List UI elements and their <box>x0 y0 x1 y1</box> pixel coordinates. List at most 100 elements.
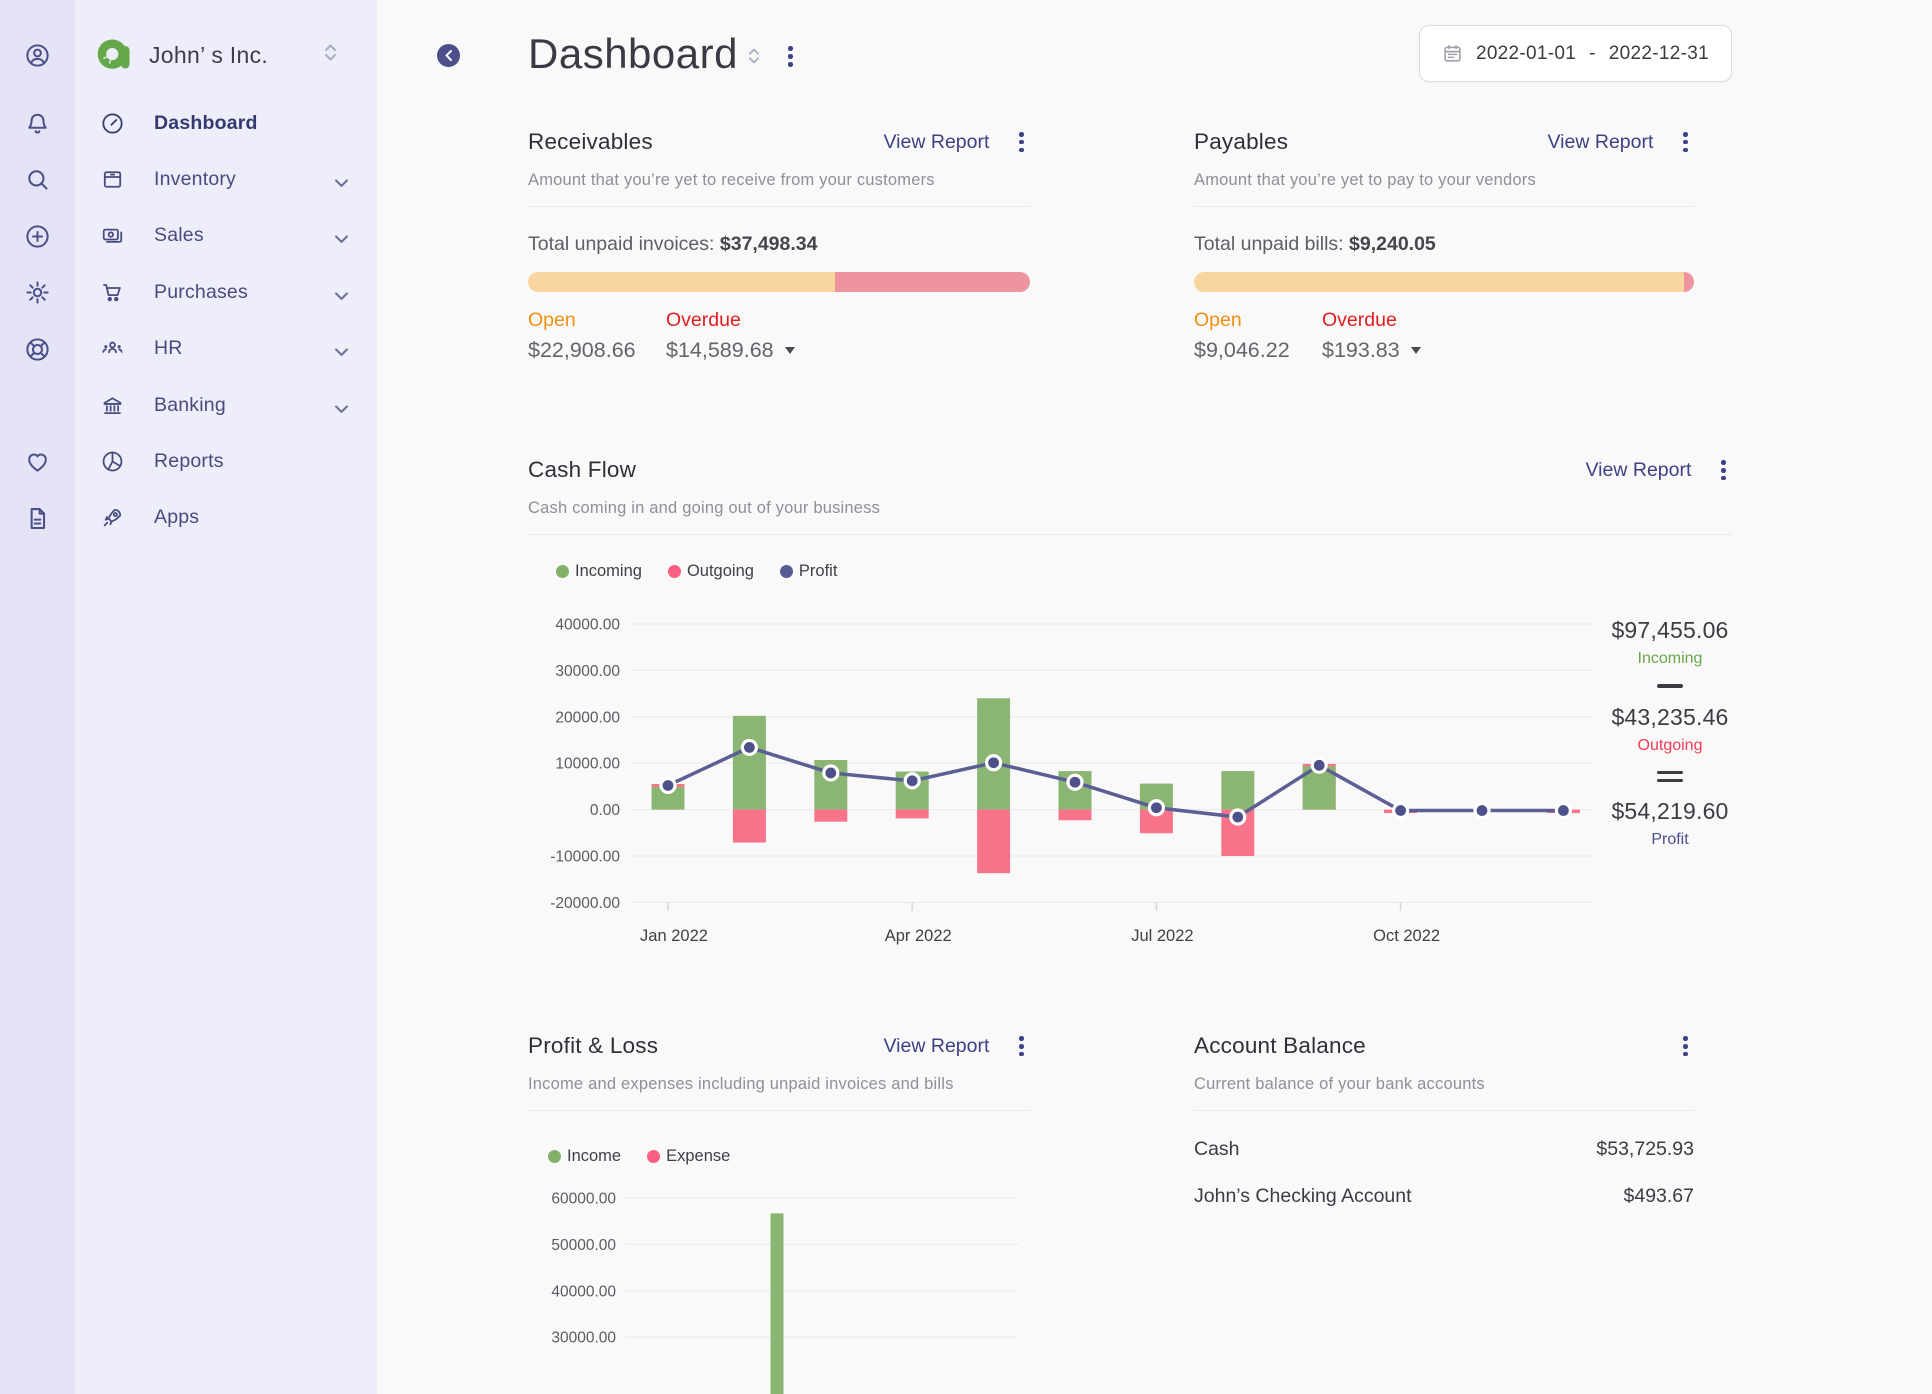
date-separator: - <box>1589 42 1596 64</box>
page-header: Dashboard 2022-01-01 - 2022-12-31 <box>528 25 1732 82</box>
receivables-total: Total unpaid invoices: $37,498.34 <box>528 233 818 256</box>
heart-icon[interactable] <box>24 448 51 475</box>
rocket-icon <box>100 505 125 530</box>
sidebar-item-inventory[interactable]: Inventory <box>75 151 377 207</box>
plus-circle-icon[interactable] <box>24 223 51 250</box>
chevron-down-icon <box>335 401 348 413</box>
payables-open: Open $9,046.22 <box>1194 309 1290 363</box>
cart-icon <box>100 280 125 305</box>
receivables-kebab[interactable] <box>1013 126 1030 158</box>
date-start: 2022-01-01 <box>1475 42 1577 64</box>
account-balance-card: Account Balance Current balance of your … <box>1194 1030 1694 1394</box>
company-switch-carets-icon[interactable] <box>324 44 337 66</box>
legend-outgoing[interactable]: Outgoing <box>667 562 754 581</box>
payables-overdue: Overdue $193.83 <box>1322 309 1460 363</box>
gear-icon[interactable] <box>24 279 51 306</box>
page-title: Dashboard <box>528 29 738 77</box>
legend-profit[interactable]: Profit <box>779 562 837 581</box>
cashflow-view-report-link[interactable]: View Report <box>1586 459 1692 482</box>
sidebar-item-sales[interactable]: Sales <box>75 208 377 264</box>
payables-kebab[interactable] <box>1677 126 1694 158</box>
receivables-open: Open $22,908.66 <box>528 309 636 363</box>
account-name: John’s Checking Account <box>1194 1185 1412 1208</box>
sidebar-item-purchases[interactable]: Purchases <box>75 264 377 320</box>
profit-loss-card: Profit & Loss View Report Income and exp… <box>528 1030 1030 1394</box>
legend-incoming[interactable]: Incoming <box>556 562 642 581</box>
date-range-picker[interactable]: 2022-01-01 - 2022-12-31 <box>1418 25 1732 82</box>
cashflow-kebab[interactable] <box>1715 454 1732 486</box>
outgoing-total: $43,235.46 <box>1611 703 1729 730</box>
profit-total: $54,219.60 <box>1611 798 1729 825</box>
svg-text:Jul 2022: Jul 2022 <box>1131 927 1193 945</box>
account-balance-subtitle: Current balance of your bank accounts <box>1194 1075 1694 1112</box>
minus-icon <box>1657 684 1683 688</box>
payables-view-report-link[interactable]: View Report <box>1548 131 1654 154</box>
search-icon[interactable] <box>24 166 51 193</box>
account-row: John’s Checking Account $493.67 <box>1194 1185 1694 1208</box>
receivables-view-report-link[interactable]: View Report <box>884 131 990 154</box>
account-row: Cash $53,725.93 <box>1194 1138 1694 1161</box>
chevron-down-icon <box>335 288 348 300</box>
overdue-dropdown-caret[interactable] <box>784 347 795 355</box>
sidebar: John’ s Inc. Dashboard Inventory Sales P… <box>75 0 460 1394</box>
overdue-progress-segment <box>834 272 1030 293</box>
profit-loss-legend: Income Expense <box>548 1147 1030 1166</box>
profit-dot-icon <box>779 565 793 579</box>
bank-icon <box>100 393 125 418</box>
dashboard-switch-carets-icon[interactable] <box>748 48 760 69</box>
dashboard-menu-kebab[interactable] <box>782 40 799 72</box>
svg-text:-20000.00: -20000.00 <box>550 895 620 912</box>
profit-loss-view-report-link[interactable]: View Report <box>884 1035 990 1058</box>
top-cards-row: Receivables View Report Amount that you’… <box>528 126 1732 363</box>
payables-title: Payables <box>1194 129 1289 155</box>
bottom-cards-row: Profit & Loss View Report Income and exp… <box>528 1030 1732 1394</box>
receivables-card: Receivables View Report Amount that you’… <box>528 126 1030 363</box>
main-content: Dashboard 2022-01-01 - 2022-12-31 Receiv… <box>377 0 1932 1394</box>
payables-total: Total unpaid bills: $9,240.05 <box>1194 233 1436 256</box>
svg-text:30000.00: 30000.00 <box>551 1330 616 1347</box>
company-switcher[interactable]: John’ s Inc. <box>97 33 363 77</box>
overdue-dropdown-caret[interactable] <box>1410 347 1421 355</box>
profit-loss-title: Profit & Loss <box>528 1033 659 1059</box>
receivables-subtitle: Amount that you’re yet to receive from y… <box>528 171 1030 208</box>
open-progress-segment <box>528 272 835 293</box>
svg-text:40000.00: 40000.00 <box>555 617 620 634</box>
cash-icon <box>100 223 125 248</box>
bell-icon[interactable] <box>24 110 51 137</box>
svg-text:Apr 2022: Apr 2022 <box>885 927 952 945</box>
calendar-icon <box>1442 43 1463 64</box>
sidebar-item-hr[interactable]: HR <box>75 321 377 377</box>
akaunting-logo-icon <box>97 37 133 73</box>
sidebar-item-reports[interactable]: Reports <box>75 433 377 489</box>
legend-expense[interactable]: Expense <box>647 1147 730 1166</box>
sidebar-collapse-button[interactable] <box>437 44 460 67</box>
user-circle-icon[interactable] <box>24 42 51 69</box>
sidebar-item-banking[interactable]: Banking <box>75 377 377 433</box>
account-name: Cash <box>1194 1138 1240 1161</box>
cashflow-title: Cash Flow <box>528 457 637 483</box>
svg-text:Oct 2022: Oct 2022 <box>1373 927 1440 945</box>
cashflow-card: Cash Flow View Report Cash coming in and… <box>528 454 1732 954</box>
people-icon <box>100 336 125 361</box>
document-icon[interactable] <box>24 505 51 532</box>
expense-dot-icon <box>647 1150 661 1164</box>
incoming-total: $97,455.06 <box>1611 617 1729 644</box>
sidebar-item-apps[interactable]: Apps <box>75 490 377 546</box>
icon-rail <box>0 0 75 1394</box>
equals-icon <box>1657 770 1683 783</box>
receivables-overdue: Overdue $14,589.68 <box>666 309 804 363</box>
profit-loss-kebab[interactable] <box>1013 1030 1030 1062</box>
svg-text:60000.00: 60000.00 <box>551 1191 616 1208</box>
sidebar-item-dashboard[interactable]: Dashboard <box>75 95 377 151</box>
account-balance-kebab[interactable] <box>1677 1030 1694 1062</box>
outgoing-dot-icon <box>667 565 681 579</box>
legend-income[interactable]: Income <box>548 1147 621 1166</box>
life-ring-icon[interactable] <box>24 336 51 363</box>
svg-text:20000.00: 20000.00 <box>555 710 620 727</box>
cashflow-summary: $97,455.06 Incoming $43,235.46 Outgoing … <box>1608 617 1732 849</box>
svg-text:40000.00: 40000.00 <box>551 1284 616 1301</box>
chevron-down-icon <box>335 231 348 244</box>
receivables-title: Receivables <box>528 129 653 155</box>
cashflow-chart: 40000.00 30000.00 20000.00 10000.00 0.00 -100… <box>550 617 1592 945</box>
account-balance-value: $493.67 <box>1623 1185 1695 1208</box>
